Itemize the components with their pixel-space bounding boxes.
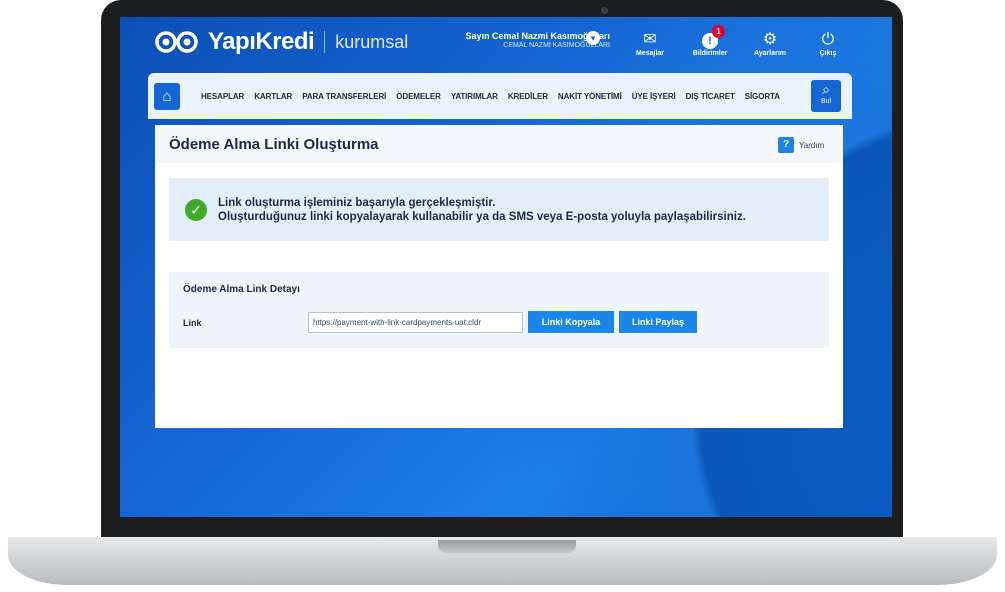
notification-badge: 1 bbox=[712, 25, 725, 38]
search-icon: ⌕ bbox=[822, 81, 830, 97]
app-screen: YapıKredi kurumsal Sayın Cemal Nazmi Kas… bbox=[120, 17, 892, 517]
nav-item-sigorta[interactable]: SİGORTA bbox=[740, 92, 785, 101]
nav-item-yatirimlar[interactable]: YATIRIMLAR bbox=[446, 92, 503, 101]
title-bar: Ödeme Alma Linki Oluşturma ? Yardım bbox=[155, 125, 843, 163]
nav-item-para-transferleri[interactable]: PARA TRANSFERLERİ bbox=[297, 92, 391, 101]
power-icon: ⏻ bbox=[821, 31, 835, 48]
notifications-label: Bildirimler bbox=[692, 50, 728, 57]
success-message: ✓ Link oluşturma işleminiz başarıyla ger… bbox=[169, 178, 829, 241]
success-line-1: Link oluşturma işleminiz başarıyla gerçe… bbox=[218, 196, 496, 209]
camera bbox=[601, 7, 608, 14]
help-button[interactable]: ? Yardım bbox=[778, 137, 824, 153]
nav-item-krediler[interactable]: KREDİLER bbox=[503, 92, 553, 101]
notifications-button[interactable]: ! 1 Bildirimler bbox=[688, 25, 732, 57]
logout-label: Çıkış bbox=[819, 50, 837, 57]
gear-icon: ⚙ bbox=[762, 31, 778, 48]
link-detail-section: Ödeme Alma Link Detayı Link Linki Kopyal… bbox=[169, 272, 829, 348]
success-line-2: Oluşturduğunuz linki kopyalayarak kullan… bbox=[218, 210, 746, 223]
laptop-notch bbox=[438, 540, 576, 553]
link-label: Link bbox=[183, 318, 202, 328]
logout-button[interactable]: ⏻ Çıkış bbox=[806, 31, 850, 57]
logo[interactable]: YapıKredi kurumsal bbox=[154, 28, 408, 56]
logo-mark-icon bbox=[155, 31, 198, 53]
nav-item-nakit-yonetimi[interactable]: NAKİT YÖNETİMİ bbox=[553, 92, 627, 101]
link-input[interactable] bbox=[308, 312, 523, 333]
help-label: Yardım bbox=[799, 140, 825, 150]
brand-name: YapıKredi bbox=[208, 28, 315, 55]
search-label: Bul bbox=[820, 98, 832, 105]
mail-icon: ✉ bbox=[643, 31, 657, 48]
logo-divider bbox=[324, 31, 326, 53]
brand-subtitle: kurumsal bbox=[335, 31, 409, 52]
messages-label: Mesajlar bbox=[635, 50, 665, 57]
content-panel: Ödeme Alma Linki Oluşturma ? Yardım ✓ Li… bbox=[155, 125, 843, 428]
help-icon: ? bbox=[778, 137, 794, 153]
nav-item-dis-ticaret[interactable]: DIŞ TİCARET bbox=[681, 92, 740, 101]
settings-button[interactable]: ⚙ Ayarlarım bbox=[748, 31, 792, 57]
nav-item-kartlar[interactable]: KARTLAR bbox=[249, 92, 297, 101]
share-link-button[interactable]: Linki Paylaş bbox=[619, 311, 697, 333]
main-nav: ⌂ HESAPLAR KARTLAR PARA TRANSFERLERİ ÖDE… bbox=[148, 73, 852, 119]
laptop-mockup: YapıKredi kurumsal Sayın Cemal Nazmi Kas… bbox=[0, 0, 1005, 592]
user-company: CEMAL NAZMİ KASIMOĞULLARI bbox=[503, 42, 610, 49]
home-icon[interactable]: ⌂ bbox=[154, 82, 180, 110]
detail-title: Ödeme Alma Link Detayı bbox=[183, 284, 300, 295]
nav-menu: HESAPLAR KARTLAR PARA TRANSFERLERİ ÖDEME… bbox=[196, 92, 785, 101]
nav-item-uye-isyeri[interactable]: ÜYE İŞYERİ bbox=[627, 92, 681, 101]
page-title: Ödeme Alma Linki Oluşturma bbox=[169, 136, 379, 153]
chevron-down-icon[interactable]: ▾ bbox=[586, 31, 600, 45]
copy-link-button[interactable]: Linki Kopyala bbox=[528, 311, 614, 333]
check-icon: ✓ bbox=[185, 198, 207, 221]
nav-item-hesaplar[interactable]: HESAPLAR bbox=[196, 92, 249, 101]
settings-label: Ayarlarım bbox=[753, 50, 787, 57]
messages-button[interactable]: ✉ Mesajlar bbox=[628, 31, 672, 57]
success-text: Link oluşturma işleminiz başarıyla gerçe… bbox=[218, 196, 746, 224]
nav-item-odemeler[interactable]: ÖDEMELER bbox=[391, 92, 446, 101]
search-button[interactable]: ⌕ Bul bbox=[811, 80, 841, 112]
